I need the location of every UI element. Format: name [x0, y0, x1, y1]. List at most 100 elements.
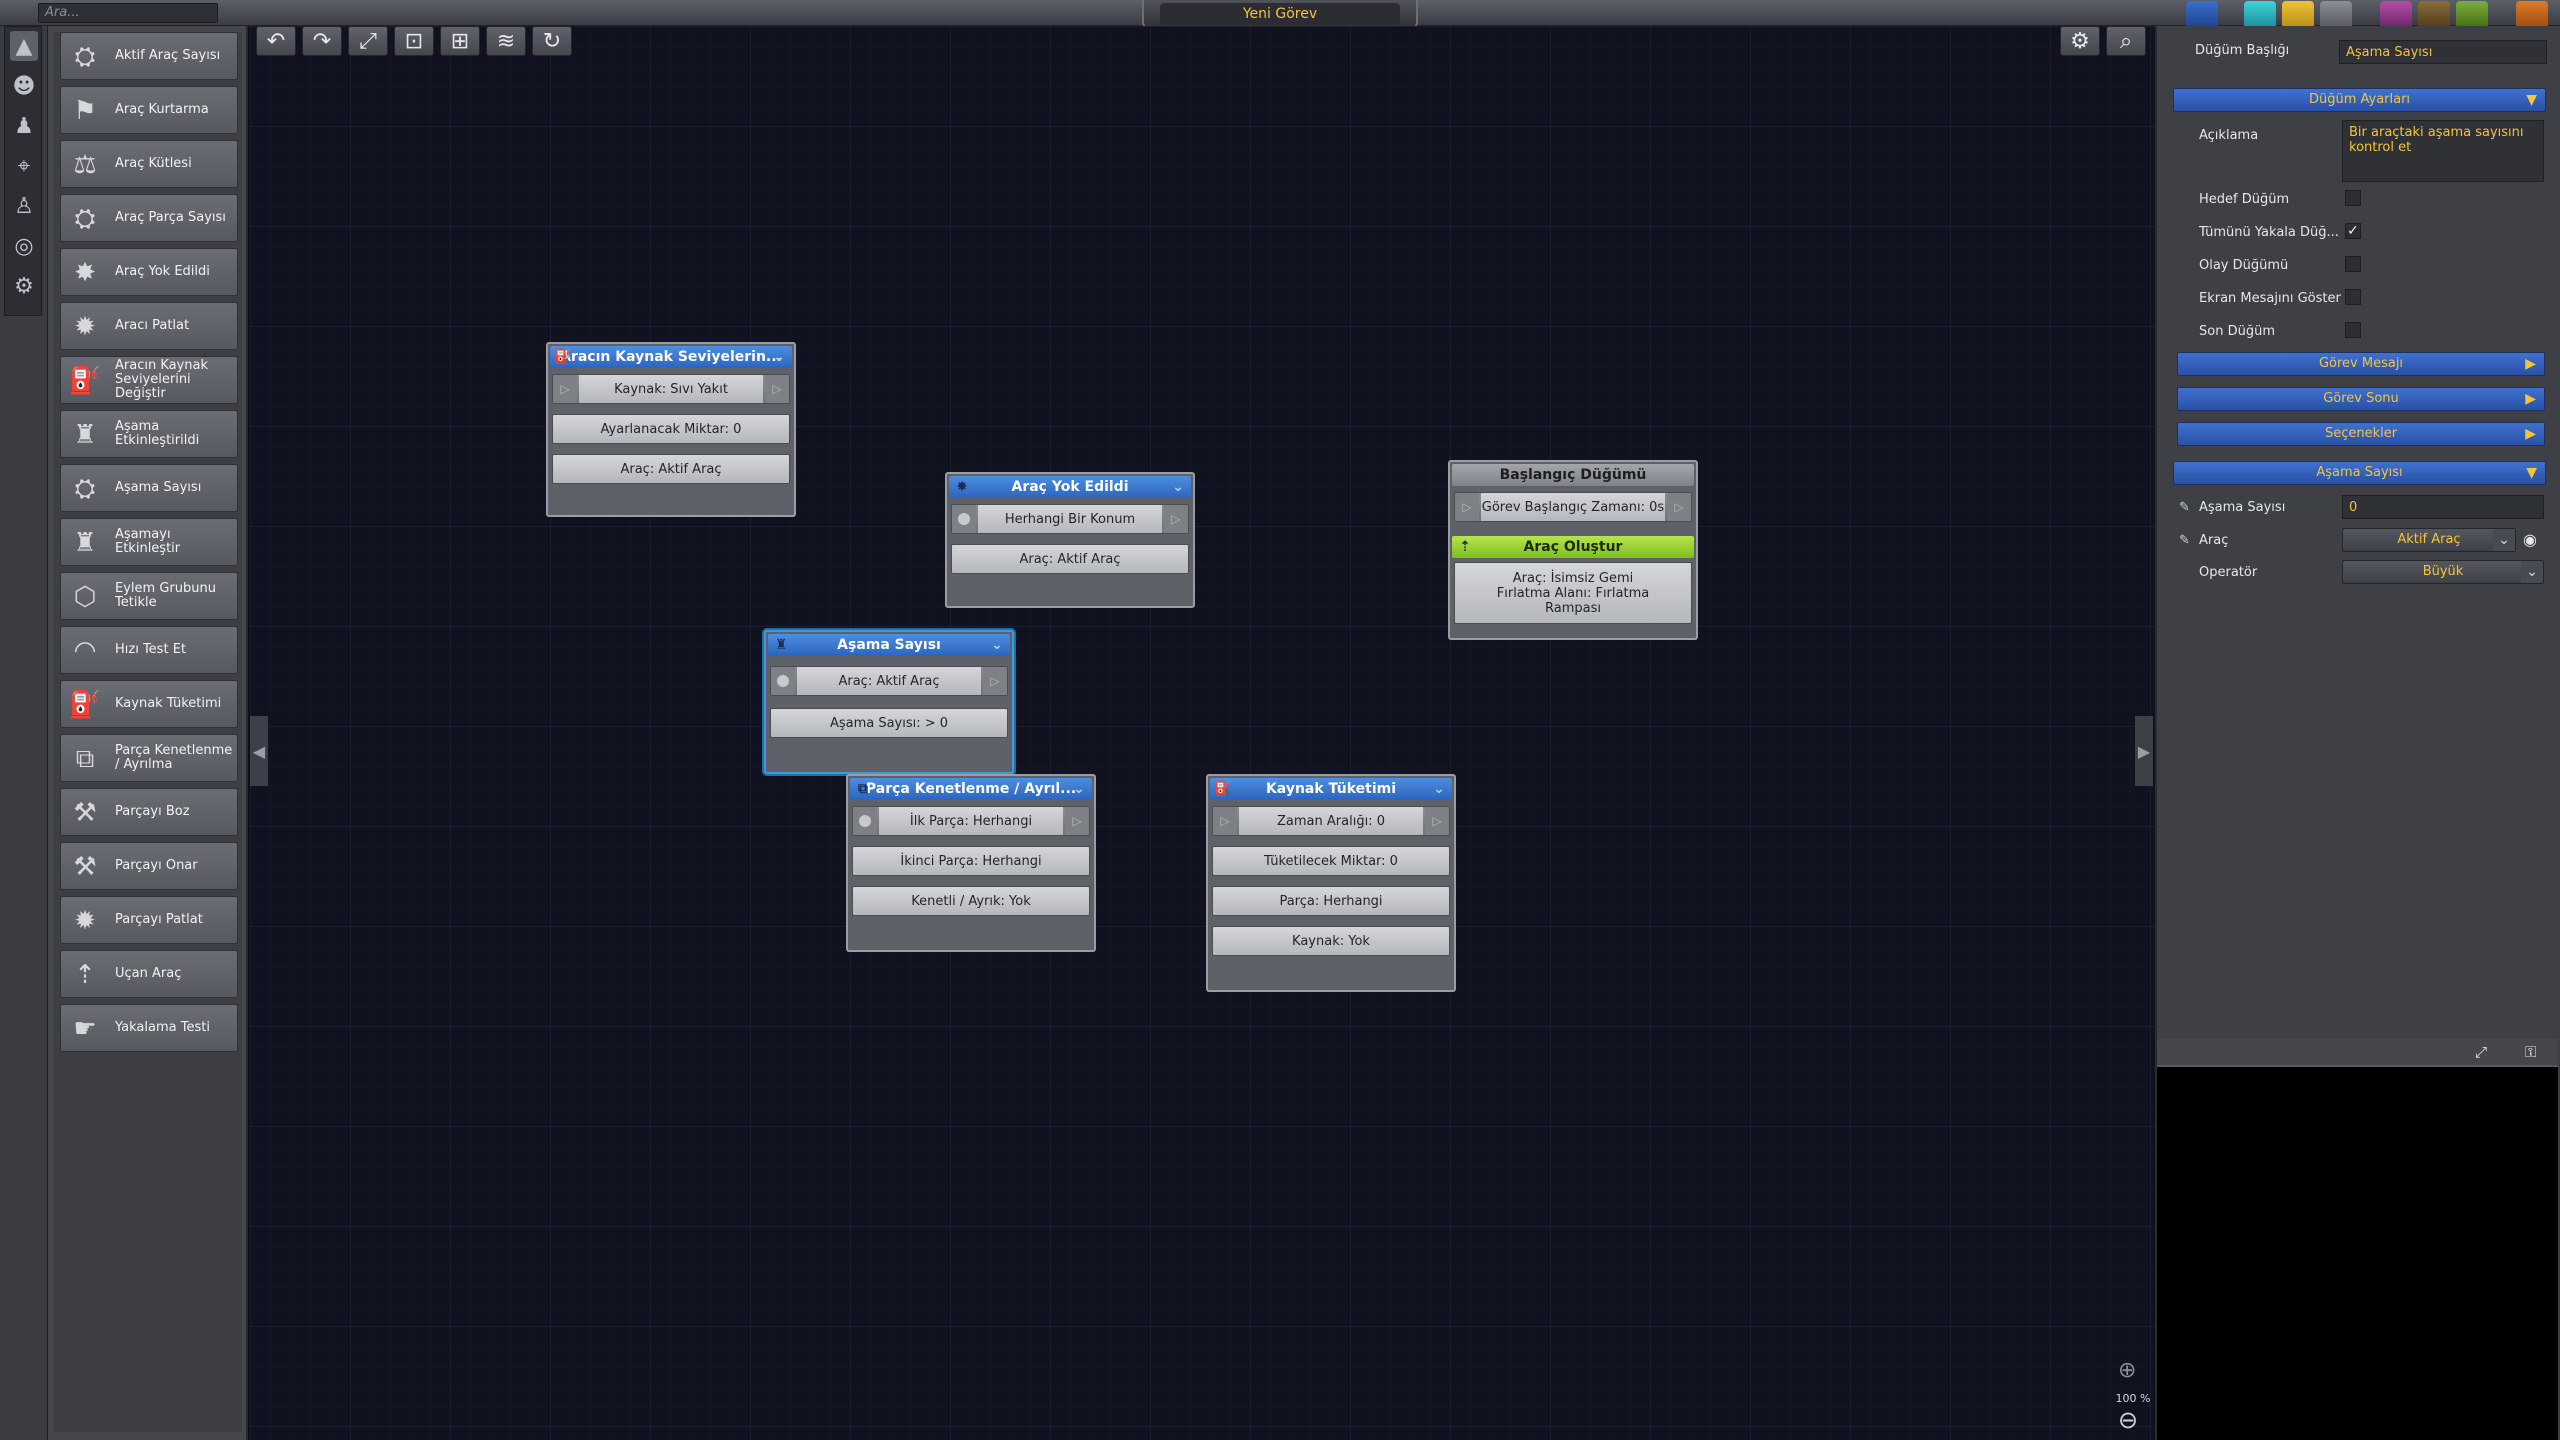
science-category-icon[interactable]: ♙ — [10, 191, 38, 221]
palette-item-resource-consumption[interactable]: ⛽ Kaynak Tüketimi — [60, 680, 238, 728]
node-header[interactable]: ♜ Aşama Sayısı ⌄ — [768, 634, 1010, 656]
layers-icon[interactable]: ≋ — [486, 26, 526, 56]
pin-icon[interactable]: ✎ — [2179, 500, 2190, 515]
description-input[interactable]: Bir araçtaki aşama sayısını kontrol et — [2342, 120, 2544, 182]
node-header[interactable]: ⛽ Kaynak Tüketimi ⌄ — [1210, 778, 1452, 800]
node-settings-section[interactable]: Düğüm Ayarları ▼ — [2173, 88, 2546, 112]
collapse-left-icon[interactable]: ◀ — [250, 716, 268, 786]
refresh-icon[interactable]: ↻ — [532, 26, 572, 56]
catch-all-checkbox[interactable]: ✓ — [2345, 223, 2361, 239]
palette-item-catch-test[interactable]: ☛ Yakalama Testi — [60, 1004, 238, 1052]
open-mission-icon[interactable] — [2282, 1, 2314, 29]
zoom-in-icon[interactable]: ⊕ — [2118, 1358, 2136, 1383]
node-vehicle-destroyed[interactable]: ✸ Araç Yok Edildi ⌄ Herhangi Bir Konum ▷ Ar… — [945, 472, 1195, 608]
mission-app-icon[interactable] — [2186, 1, 2218, 29]
node-row-first-part[interactable]: İlk Parça: Herhangi ▷ — [852, 806, 1090, 836]
palette-item-vehicle-recovery[interactable]: ⚑ Araç Kurtarma — [60, 86, 238, 134]
test-icon[interactable] — [2456, 1, 2488, 29]
param-stage-input[interactable]: 0 — [2342, 495, 2544, 519]
node-row-spawn-details[interactable]: Araç: İsimsiz Gemi Fırlatma Alanı: Fırla… — [1454, 562, 1692, 624]
palette-item-docking[interactable]: ⧉ Parça Kenetlenme / Ayrılma — [60, 734, 238, 782]
save-mission-icon[interactable] — [2320, 1, 2352, 29]
exit-icon[interactable] — [2516, 1, 2548, 29]
palette-item-repair-part[interactable]: ⚒ Parçayı Onar — [60, 842, 238, 890]
node-row-part[interactable]: Parça: Herhangi — [1212, 886, 1450, 916]
new-mission-icon[interactable] — [2244, 1, 2276, 29]
search-nodes-icon[interactable]: ⌕ — [2106, 26, 2146, 56]
node-resource-consumption[interactable]: ⛽ Kaynak Tüketimi ⌄ ▷ Zaman Aralığı: 0 ▷ Tük… — [1206, 774, 1456, 992]
node-row-vehicle[interactable]: Araç: Aktif Araç — [552, 454, 790, 484]
node-row-start-time[interactable]: ▷ Görev Başlangıç Zamanı: 0s ▷ — [1454, 492, 1692, 522]
spawn-vehicle-header[interactable]: ⇡ Araç Oluştur — [1452, 536, 1694, 558]
node-header[interactable]: ✸ Araç Yok Edildi ⌄ — [949, 476, 1191, 498]
expand-icon[interactable]: ⤢ — [348, 26, 388, 56]
output-port[interactable]: ▷ — [983, 667, 1007, 695]
palette-item-action-group[interactable]: ⬡ Eylem Grubunu Tetikle — [60, 572, 238, 620]
palette-item-stage-count[interactable]: ⛭ Aşama Sayısı — [60, 464, 238, 512]
options-section[interactable]: Seçenekler ▶ — [2177, 422, 2545, 446]
node-row-amount[interactable]: Tüketilecek Miktar: 0 — [1212, 846, 1450, 876]
node-row-amount[interactable]: Ayarlanacak Miktar: 0 — [552, 414, 790, 444]
palette-item-stage-activated[interactable]: ♜ Aşama Etkinleştirildi — [60, 410, 238, 458]
mission-end-section[interactable]: Görev Sonu ▶ — [2177, 387, 2545, 411]
node-row-second-part[interactable]: İkinci Parça: Herhangi — [852, 846, 1090, 876]
node-docking[interactable]: ⧉ Parça Kenetlenme / Ayrıl... ⌄ İlk Parça:… — [846, 774, 1096, 952]
node-stage-count[interactable]: ♜ Aşama Sayısı ⌄ Araç: Aktif Araç ▷ Aşama S… — [764, 630, 1014, 774]
node-row-vehicle[interactable]: Araç: Aktif Araç ▷ — [770, 666, 1008, 696]
palette-item-resource-levels[interactable]: ⛽ Aracın Kaynak Seviyelerini Değiştir — [60, 356, 238, 404]
node-row-time-interval[interactable]: ▷ Zaman Aralığı: 0 ▷ — [1212, 806, 1450, 836]
node-title-input[interactable]: Aşama Sayısı — [2339, 40, 2547, 64]
input-port[interactable]: ▷ — [553, 375, 577, 403]
node-row-docked-state[interactable]: Kenetli / Ayrık: Yok — [852, 886, 1090, 916]
target-node-checkbox[interactable] — [2345, 190, 2361, 206]
node-canvas[interactable]: ↶ ↷ ⤢ ⊡ ⊞ ≋ ↻ ⚙ ⌕ ◀ ▶ ⛽ Aracın Kaynak Sev… — [250, 26, 2155, 1440]
input-port[interactable] — [853, 807, 877, 835]
fit-view-icon[interactable]: ⊡ — [394, 26, 434, 56]
zoom-out-icon[interactable]: ⊖ — [2118, 1406, 2138, 1434]
output-port[interactable]: ▷ — [1065, 807, 1089, 835]
collapse-icon[interactable]: ⌄ — [1069, 779, 1089, 799]
stage-count-params-section[interactable]: Aşama Sayısı ▼ — [2173, 461, 2546, 485]
signal-icon[interactable] — [2418, 1, 2450, 29]
param-vehicle-select[interactable]: Aktif Araç ⌄ — [2342, 528, 2516, 552]
logic-category-icon[interactable]: ⚙ — [10, 271, 38, 301]
node-resource-levels[interactable]: ⛽ Aracın Kaynak Seviyelerin... ⌄ ▷ Kaynak: … — [546, 342, 796, 517]
node-header[interactable]: ⧉ Parça Kenetlenme / Ayrıl... ⌄ — [850, 778, 1092, 800]
palette-item-vehicle-destroyed[interactable]: ✸ Araç Yok Edildi — [60, 248, 238, 296]
lock-icon[interactable]: ⚿ — [2525, 1043, 2536, 1061]
node-start[interactable]: Başlangıç Düğümü ▷ Görev Başlangıç Zamanı… — [1448, 460, 1698, 640]
collapse-icon[interactable]: ⌄ — [1168, 477, 1188, 497]
vehicle-category-icon[interactable]: ▲ — [10, 31, 38, 61]
collapse-icon[interactable]: ⌄ — [769, 347, 789, 367]
output-port[interactable]: ▷ — [1164, 505, 1188, 533]
pin-icon[interactable]: ✎ — [2179, 533, 2190, 548]
output-port[interactable]: ▷ — [1667, 493, 1691, 521]
node-row-resource[interactable]: ▷ Kaynak: Sıvı Yakıt ▷ — [552, 374, 790, 404]
redo-button[interactable]: ↷ — [302, 26, 342, 56]
input-port[interactable] — [771, 667, 795, 695]
mission-title[interactable]: Yeni Görev — [1160, 3, 1400, 25]
palette-item-flying-vehicle[interactable]: ⇡ Uçan Araç — [60, 950, 238, 998]
collapse-icon[interactable]: ⌄ — [1429, 779, 1449, 799]
node-header[interactable]: Başlangıç Düğümü — [1452, 464, 1694, 486]
crew-category-icon[interactable]: ☻ — [10, 71, 38, 101]
location-category-icon[interactable]: ⌖ — [10, 151, 38, 181]
palette-item-activate-stage[interactable]: ♜ Aşamayı Etkinleştir — [60, 518, 238, 566]
expand-preview-icon[interactable]: ⤢ — [2475, 1043, 2487, 1061]
mission-message-section[interactable]: Görev Mesajı ▶ — [2177, 352, 2545, 376]
output-port[interactable]: ▷ — [1425, 807, 1449, 835]
node-row-stage-count[interactable]: Aşama Sayısı: > 0 — [770, 708, 1008, 738]
input-port[interactable]: ▷ — [1213, 807, 1237, 835]
palette-item-part-count[interactable]: ⛭ Araç Parça Sayısı — [60, 194, 238, 242]
node-row-vehicle[interactable]: Araç: Aktif Araç — [951, 544, 1189, 574]
collapse-right-icon[interactable]: ▶ — [2135, 716, 2153, 786]
input-port[interactable] — [952, 505, 976, 533]
kerbal-category-icon[interactable]: ♟ — [10, 111, 38, 141]
eye-icon[interactable]: ◉ — [2523, 530, 2537, 549]
node-row-resource[interactable]: Kaynak: Yok — [1212, 926, 1450, 956]
palette-item-explode-vehicle[interactable]: ✹ Aracı Patlat — [60, 302, 238, 350]
collapse-icon[interactable]: ⌄ — [987, 635, 1007, 655]
palette-item-vehicle-mass[interactable]: ⚖ Araç Kütlesi — [60, 140, 238, 188]
output-port[interactable]: ▷ — [765, 375, 789, 403]
palette-item-speed-test[interactable]: ◠ Hızı Test Et — [60, 626, 238, 674]
